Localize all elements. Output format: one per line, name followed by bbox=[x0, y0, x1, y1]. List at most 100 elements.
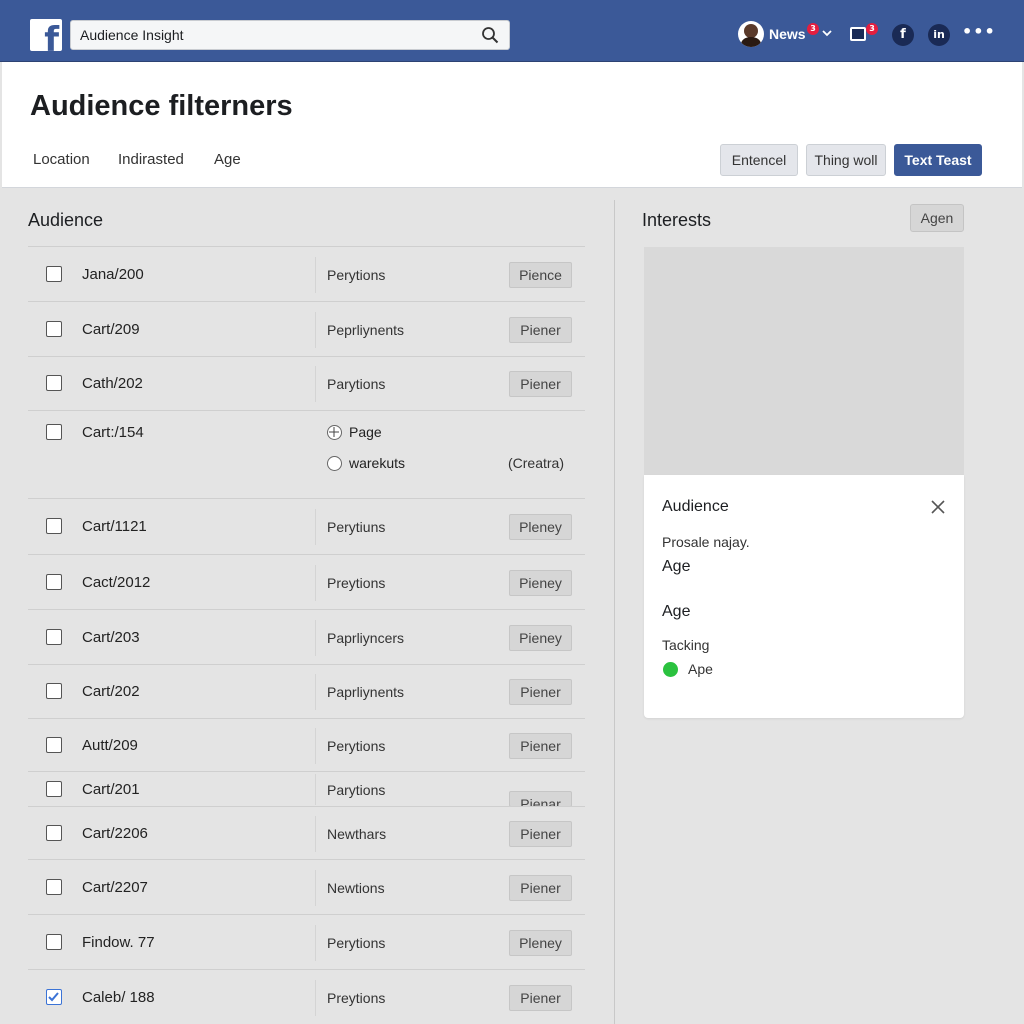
row-tag-button[interactable]: Piener bbox=[509, 875, 572, 901]
row-tag-button[interactable]: Piener bbox=[509, 679, 572, 705]
row-type: Perytions bbox=[327, 935, 386, 951]
facebook-round-icon[interactable]: f bbox=[892, 24, 914, 46]
row-checkbox[interactable] bbox=[46, 825, 62, 841]
profile-name-link[interactable]: News bbox=[769, 26, 806, 42]
row-name: Cart/209 bbox=[82, 321, 140, 338]
row-checkbox[interactable] bbox=[46, 683, 62, 699]
column-separator bbox=[315, 509, 316, 545]
thing-woll-button[interactable]: Thing woll bbox=[806, 144, 886, 176]
row-tag-button[interactable]: Pienar bbox=[509, 791, 572, 806]
more-options-icon[interactable]: ••• bbox=[962, 22, 996, 41]
row-checkbox[interactable] bbox=[46, 879, 62, 895]
row-tag-button[interactable]: Pieney bbox=[509, 625, 572, 651]
column-separator bbox=[315, 774, 316, 805]
row-type: Perytions bbox=[327, 267, 386, 283]
facebook-logo-icon[interactable]: f bbox=[30, 19, 62, 51]
row-tag-button[interactable]: Pleney bbox=[509, 514, 572, 540]
table-row: Autt/209 Perytions Piener bbox=[28, 719, 585, 772]
row-type: Newthars bbox=[327, 826, 387, 842]
page-header: Audience filterners Location Indirasted … bbox=[2, 62, 1022, 188]
radio-warekuts[interactable] bbox=[327, 456, 342, 471]
search-box bbox=[70, 20, 510, 50]
column-separator bbox=[315, 728, 316, 764]
linkedin-icon[interactable]: in bbox=[928, 24, 950, 46]
row-name: Cact/2012 bbox=[82, 574, 151, 591]
card-status-label: Ape bbox=[688, 661, 713, 677]
text-teast-button[interactable]: Text Teast bbox=[894, 144, 982, 176]
row-name: Autt/209 bbox=[82, 737, 138, 754]
row-tag-button[interactable]: Piener bbox=[509, 733, 572, 759]
row-type: Perytions bbox=[327, 738, 386, 754]
panel-divider bbox=[614, 200, 615, 1024]
row-name: Cart:/154 bbox=[82, 424, 144, 441]
row-tag-button[interactable]: Pience bbox=[509, 262, 572, 288]
row-name: Cart/2206 bbox=[82, 825, 148, 842]
interests-section-title: Interests bbox=[642, 210, 712, 230]
search-input[interactable] bbox=[71, 21, 471, 49]
row-checkbox[interactable] bbox=[46, 737, 62, 753]
card-age-label-2: Age bbox=[662, 603, 691, 620]
row-checkbox[interactable] bbox=[46, 266, 62, 282]
row-name: Jana/200 bbox=[82, 266, 144, 283]
row-checkbox[interactable] bbox=[46, 574, 62, 590]
row-checkbox[interactable] bbox=[46, 375, 62, 391]
column-separator bbox=[315, 870, 316, 906]
entencel-button[interactable]: Entencel bbox=[720, 144, 798, 176]
radio-label-page: Page bbox=[349, 424, 382, 440]
row-type: Preytions bbox=[327, 990, 386, 1006]
table-row: Cart/201 Parytions Pienar bbox=[28, 772, 585, 807]
row-name: Cart/202 bbox=[82, 683, 140, 700]
row-note: (Creatra) bbox=[508, 455, 565, 471]
inbox-icon[interactable] bbox=[850, 27, 866, 41]
row-name: Cart/1121 bbox=[82, 518, 147, 535]
table-row: Caleb/ 188 Preytions Piener bbox=[28, 970, 585, 1024]
column-separator bbox=[315, 980, 316, 1016]
audience-detail-card: Audience Prosale najay. Age Age Tacking … bbox=[644, 475, 964, 718]
agen-button[interactable]: Agen bbox=[910, 204, 964, 232]
row-name: Cart/203 bbox=[82, 629, 140, 646]
table-row: Cart/1121 Perytiuns Pleney bbox=[28, 499, 585, 555]
row-name: Cath/202 bbox=[82, 375, 143, 392]
row-checkbox[interactable] bbox=[46, 321, 62, 337]
table-row: Cart/202 Paprliynents Piener bbox=[28, 665, 585, 719]
tab-age[interactable]: Age bbox=[214, 151, 241, 168]
row-tag-button[interactable]: Piener bbox=[509, 317, 572, 343]
column-separator bbox=[315, 565, 316, 601]
row-name: Caleb/ 188 bbox=[82, 989, 155, 1006]
row-type: Paprliyncers bbox=[327, 630, 405, 646]
row-tag-button[interactable]: Piener bbox=[509, 371, 572, 397]
row-tag-button[interactable]: Piener bbox=[509, 985, 572, 1011]
row-tag-button[interactable]: Pieney bbox=[509, 570, 572, 596]
card-tracking-label: Tacking bbox=[662, 637, 710, 653]
interests-image-placeholder bbox=[644, 247, 964, 475]
search-icon[interactable] bbox=[481, 26, 499, 44]
table-row: Findow. 77 Perytions Pleney bbox=[28, 915, 585, 970]
row-type: Preytions bbox=[327, 575, 386, 591]
row-tag-button[interactable]: Pleney bbox=[509, 930, 572, 956]
table-row: Cart/203 Paprliyncers Pieney bbox=[28, 610, 585, 665]
tab-interests[interactable]: Indirasted bbox=[118, 151, 184, 168]
table-row: Cart/2207 Newtions Piener bbox=[28, 860, 585, 915]
row-checkbox[interactable] bbox=[46, 518, 62, 534]
chevron-down-icon[interactable] bbox=[821, 26, 833, 40]
row-checkbox[interactable] bbox=[46, 629, 62, 645]
profile-avatar[interactable] bbox=[738, 21, 764, 47]
column-separator bbox=[315, 674, 316, 710]
row-tag-button[interactable]: Piener bbox=[509, 821, 572, 847]
row-checkbox[interactable] bbox=[46, 989, 62, 1005]
row-type: Peprliynents bbox=[327, 322, 405, 338]
tab-location[interactable]: Location bbox=[33, 151, 90, 168]
close-icon[interactable] bbox=[930, 499, 946, 515]
row-name: Cart/2207 bbox=[82, 879, 148, 896]
row-checkbox[interactable] bbox=[46, 424, 62, 440]
radio-page[interactable] bbox=[327, 425, 342, 440]
audience-section-title: Audience bbox=[28, 210, 104, 230]
table-row: Jana/200 Perytions Pience bbox=[28, 247, 585, 302]
radio-label-warekuts: warekuts bbox=[349, 455, 406, 471]
news-notification-badge: 3 bbox=[807, 23, 819, 35]
row-type: Perytiuns bbox=[327, 519, 386, 535]
row-checkbox[interactable] bbox=[46, 781, 62, 797]
row-checkbox[interactable] bbox=[46, 934, 62, 950]
crosshair-icon bbox=[329, 427, 339, 437]
status-dot-icon bbox=[663, 662, 678, 677]
